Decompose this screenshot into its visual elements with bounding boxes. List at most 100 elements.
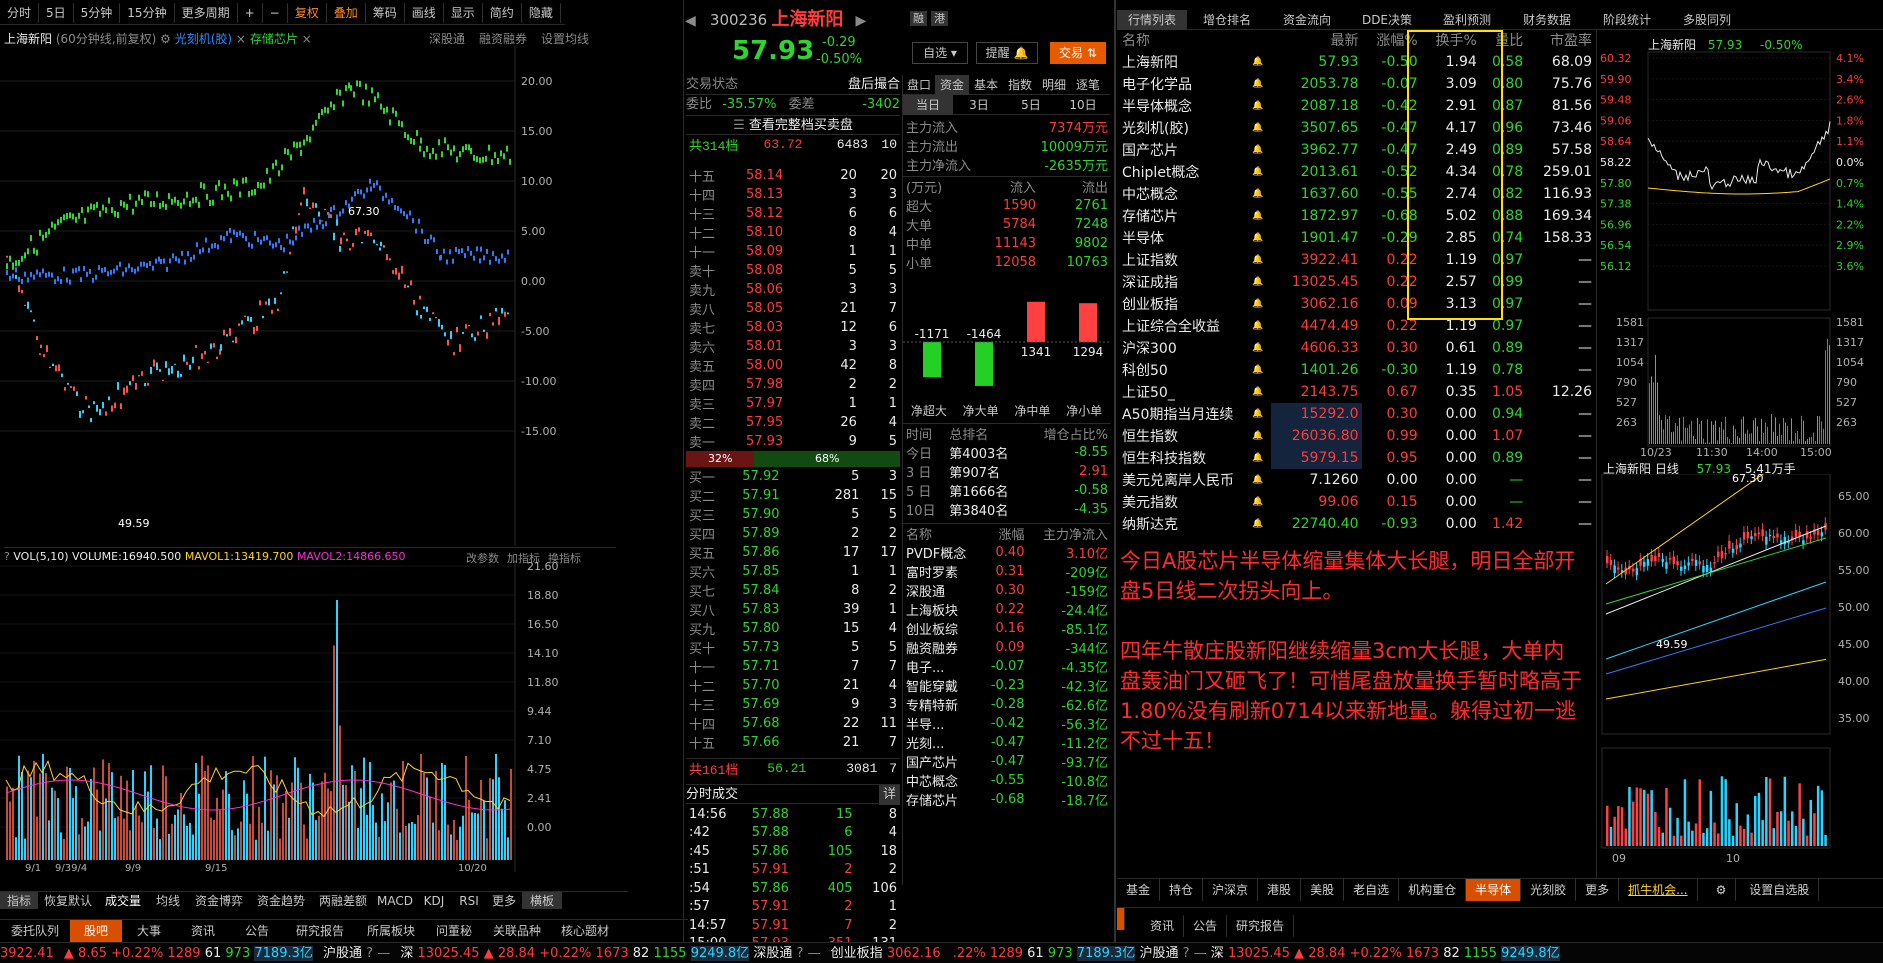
help-icon[interactable]: ? bbox=[1183, 946, 1190, 961]
tab-photoresist[interactable]: 光刻胶 bbox=[1521, 879, 1577, 901]
tab-financial[interactable]: 财务数据 bbox=[1507, 10, 1587, 30]
tab-forum[interactable]: 股吧 bbox=[70, 920, 122, 942]
tab-events[interactable]: 大事 bbox=[122, 920, 176, 942]
quote-row[interactable]: 电子化学品 🔔 2053.78 -0.07 3.09 0.80 75.76 bbox=[1119, 73, 1595, 95]
period-5min-button[interactable]: 5分钟 bbox=[74, 3, 121, 23]
tab-fund-list[interactable]: 基金 bbox=[1117, 879, 1161, 901]
bell-icon[interactable]: 🔔 bbox=[1249, 293, 1271, 315]
bell-icon[interactable]: 🔔 bbox=[1249, 51, 1271, 73]
period-3d[interactable]: 3日 bbox=[953, 95, 1005, 115]
tab-rsi[interactable]: RSI bbox=[452, 894, 486, 908]
overlay-2-label[interactable]: 存储芯片 bbox=[250, 32, 298, 46]
quote-row[interactable]: 上证综合全收益 🔔 4474.49 0.22 1.19 0.97— bbox=[1119, 315, 1595, 337]
tab-basic[interactable]: 基本 bbox=[969, 75, 1003, 95]
zoom-in-button[interactable]: + bbox=[238, 3, 263, 23]
quote-row[interactable]: 深证成指 🔔 13025.45 0.22 2.57 0.99— bbox=[1119, 271, 1595, 293]
tab-ticks[interactable]: 逐笔 bbox=[1071, 75, 1105, 95]
tab-semiconductor[interactable]: 半导体 bbox=[1466, 879, 1522, 901]
tab-old-watchlist[interactable]: 老自选 bbox=[1344, 879, 1400, 901]
bell-icon[interactable]: 🔔 bbox=[1249, 73, 1271, 95]
quote-row[interactable]: 纳斯达克 🔔 22740.40 -0.93 0.00 1.42— bbox=[1119, 513, 1595, 535]
bell-icon[interactable]: 🔔 bbox=[1249, 117, 1271, 139]
tab-position-rank[interactable]: 增仓排名 bbox=[1187, 10, 1267, 30]
quote-row[interactable]: Chiplet概念 🔔 2013.61 -0.52 4.34 0.78 259.01 bbox=[1119, 161, 1595, 183]
overlay-1-label[interactable]: 光刻机(胶) bbox=[175, 32, 232, 46]
chips-button[interactable]: 筹码 bbox=[366, 3, 405, 23]
tab-landscape[interactable]: 横板 bbox=[522, 892, 562, 909]
sgt-label[interactable]: 深股通 bbox=[753, 946, 792, 961]
tab-restore[interactable]: 恢复默认 bbox=[38, 892, 98, 909]
bell-icon[interactable]: 🔔 bbox=[1249, 315, 1271, 337]
hide-button[interactable]: 隐藏 bbox=[522, 3, 561, 23]
tab-detail[interactable]: 明细 bbox=[1037, 75, 1071, 95]
tab-margin-diff[interactable]: 两融差额 bbox=[312, 892, 374, 909]
tab-hk[interactable]: 港股 bbox=[1258, 879, 1302, 901]
quote-row[interactable]: 上证指数 🔔 3922.41 0.22 1.19 0.97— bbox=[1119, 249, 1595, 271]
period-15min-button[interactable]: 15分钟 bbox=[120, 3, 175, 23]
help-icon[interactable]: ? bbox=[796, 946, 803, 961]
tab-right-announcement[interactable]: 公告 bbox=[1184, 915, 1228, 937]
tab-multi-stock[interactable]: 多股同列 bbox=[1667, 10, 1747, 30]
tab-fund-flow[interactable]: 资金流向 bbox=[1267, 10, 1347, 30]
display-button[interactable]: 显示 bbox=[444, 3, 483, 23]
bell-icon[interactable]: 🔔 bbox=[1249, 271, 1271, 293]
quote-row[interactable]: 科创50 🔔 1401.26 -0.30 1.19 0.78— bbox=[1119, 359, 1595, 381]
bell-icon[interactable]: 🔔 bbox=[1249, 183, 1271, 205]
tab-news[interactable]: 资讯 bbox=[176, 920, 230, 942]
period-intraday-button[interactable]: 分时 bbox=[0, 3, 40, 23]
watchlist-settings-button[interactable]: ⚙ 设置自选股 bbox=[1698, 879, 1829, 901]
tab-indicator[interactable]: 指标 bbox=[0, 892, 38, 909]
quote-row[interactable]: 光刻机(胶) 🔔 3507.65 -0.47 4.17 0.96 73.46 bbox=[1119, 117, 1595, 139]
link-ma-settings[interactable]: 设置均线 bbox=[541, 32, 589, 46]
tab-quote-list[interactable]: 行情列表 bbox=[1117, 10, 1187, 30]
bell-icon[interactable]: 🔔 bbox=[1249, 447, 1271, 469]
tab-right-research[interactable]: 研究报告 bbox=[1227, 915, 1295, 937]
tab-stage-stats[interactable]: 阶段统计 bbox=[1587, 10, 1667, 30]
tab-handicap[interactable]: 盘口 bbox=[903, 75, 935, 95]
full-book-link[interactable]: ☰ 查看完整档买卖盘 bbox=[686, 115, 900, 135]
quote-row[interactable]: 上海新阳 🔔 57.93 -0.50 1.94 0.58 68.09 bbox=[1119, 51, 1595, 73]
alert-button[interactable]: 提醒 🔔 bbox=[976, 42, 1038, 64]
bell-icon[interactable]: 🔔 bbox=[1249, 513, 1271, 535]
ticks-detail-button[interactable]: 详 bbox=[878, 785, 900, 805]
tab-sectors[interactable]: 所属板块 bbox=[356, 920, 426, 942]
tab-more-lists[interactable]: 更多 bbox=[1576, 879, 1620, 901]
quote-row[interactable]: 半导体概念 🔔 2087.18 -0.42 2.91 0.87 81.56 bbox=[1119, 95, 1595, 117]
quote-row[interactable]: 创业板指 🔔 3062.16 0.09 3.13 0.97— bbox=[1119, 293, 1595, 315]
tab-related[interactable]: 关联品种 bbox=[482, 920, 552, 942]
tab-volume[interactable]: 成交量 bbox=[98, 892, 148, 909]
hgt-label[interactable]: 沪股通 bbox=[323, 946, 362, 961]
prev-arrow-icon[interactable]: ◀ bbox=[685, 13, 696, 29]
link-margin[interactable]: 融资融券 bbox=[479, 32, 527, 46]
quote-row[interactable]: A50期指当月连续 🔔 15292.0 0.30 0.00 0.94— bbox=[1119, 403, 1595, 425]
tab-index[interactable]: 指数 bbox=[1003, 75, 1037, 95]
bell-icon[interactable]: 🔔 bbox=[1249, 337, 1271, 359]
period-5d[interactable]: 5日 bbox=[1005, 95, 1057, 115]
link-hk-connect[interactable]: 深股通 bbox=[429, 32, 465, 46]
quote-row[interactable]: 上证50_ 🔔 2143.75 0.67 0.35 1.05 12.26 bbox=[1119, 381, 1595, 403]
bell-icon[interactable]: 🔔 bbox=[1249, 139, 1271, 161]
simple-button[interactable]: 简约 bbox=[483, 3, 522, 23]
bell-icon[interactable]: 🔔 bbox=[1249, 249, 1271, 271]
tab-ma[interactable]: 均线 bbox=[148, 892, 188, 909]
tab-kdj[interactable]: KDJ bbox=[416, 894, 452, 908]
catch-bull-link[interactable]: 抓牛机会... bbox=[1619, 879, 1698, 901]
tab-ask-secretary[interactable]: 问董秘 bbox=[426, 920, 482, 942]
tab-forecast[interactable]: 盈利预测 bbox=[1427, 10, 1507, 30]
bell-icon[interactable]: 🔔 bbox=[1249, 425, 1271, 447]
gear-icon[interactable]: ⚙ bbox=[160, 32, 171, 46]
quote-row[interactable]: 中芯概念 🔔 1637.60 -0.55 2.74 0.82 116.93 bbox=[1119, 183, 1595, 205]
tab-right-news[interactable]: 资讯 bbox=[1141, 915, 1185, 937]
bell-icon[interactable]: 🔔 bbox=[1249, 95, 1271, 117]
quote-row[interactable]: 存储芯片 🔔 1872.97 -0.68 5.02 0.88 169.34 bbox=[1119, 205, 1595, 227]
period-5day-button[interactable]: 5日 bbox=[39, 3, 74, 23]
bell-icon[interactable]: 🔔 bbox=[1249, 469, 1271, 491]
quote-row[interactable]: 恒生科技指数 🔔 5979.15 0.95 0.00 0.89— bbox=[1119, 447, 1595, 469]
tab-macd[interactable]: MACD bbox=[374, 894, 416, 908]
quote-row[interactable]: 国产芯片 🔔 3962.77 -0.47 2.49 0.89 57.58 bbox=[1119, 139, 1595, 161]
tab-core-theme[interactable]: 核心题材 bbox=[552, 920, 618, 942]
bell-icon[interactable]: 🔔 bbox=[1249, 161, 1271, 183]
tab-us[interactable]: 美股 bbox=[1301, 879, 1345, 901]
tab-more[interactable]: 更多 bbox=[486, 892, 522, 909]
tab-announcement[interactable]: 公告 bbox=[230, 920, 284, 942]
